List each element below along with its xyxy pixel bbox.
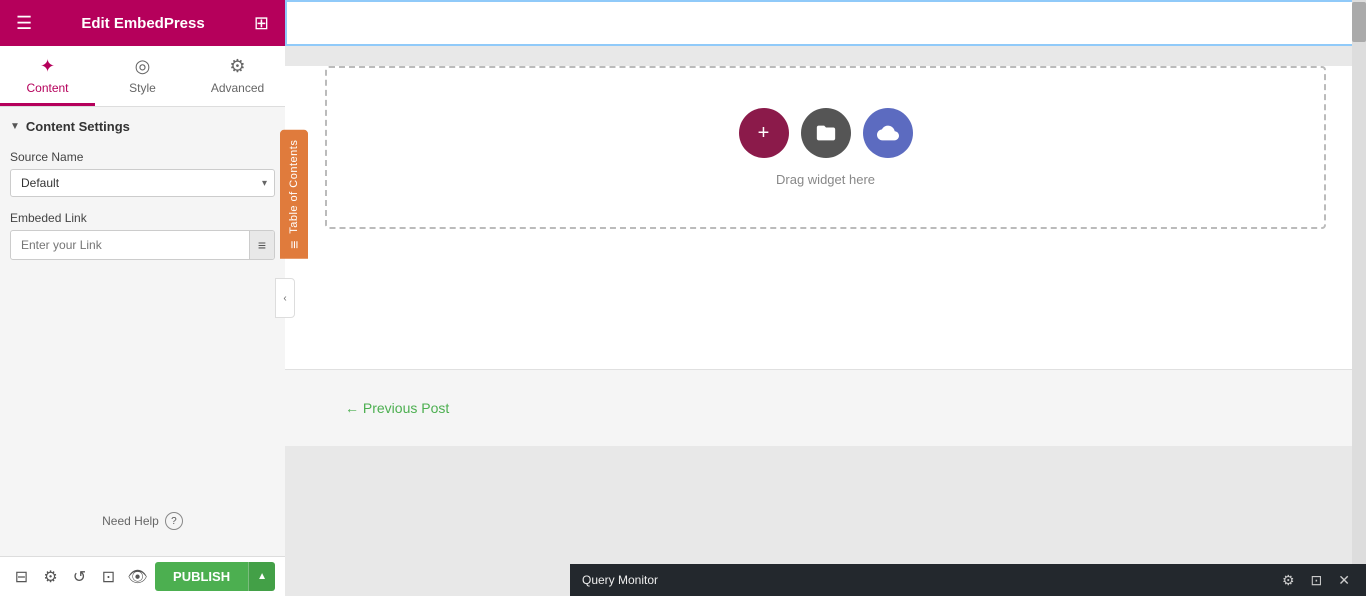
embed-link-label: Embeded Link <box>10 211 275 225</box>
canvas-area: + Drag widget here <box>285 0 1366 596</box>
sidebar-header: ☰ Edit EmbedPress ⊞ <box>0 0 285 46</box>
bottom-bar: ⊟ ⚙ ↺ ⊡ 👁 PUBLISH ▲ <box>0 556 285 596</box>
need-help[interactable]: Need Help ? <box>0 496 285 546</box>
collapse-icon: ‹ <box>283 293 286 304</box>
add-widget-button[interactable]: + <box>739 108 789 158</box>
toc-label: Table of Contents <box>288 140 300 234</box>
advanced-tab-label: Advanced <box>211 81 264 95</box>
previous-post-label: Previous Post <box>363 400 449 416</box>
layers-icon[interactable]: ⊟ <box>10 562 33 592</box>
publish-button[interactable]: PUBLISH <box>155 562 248 591</box>
hamburger-icon[interactable]: ☰ <box>16 13 32 34</box>
style-tab-icon: ◎ <box>135 56 151 77</box>
canvas-top-bar <box>285 0 1366 46</box>
undo-icon[interactable]: ↺ <box>68 562 91 592</box>
prev-arrow-icon: ← <box>345 400 359 416</box>
content-tab-label: Content <box>26 81 68 95</box>
content-tab-icon: ✦ <box>40 56 55 77</box>
sidebar-tabs: ✦ Content ◎ Style ⚙ Advanced <box>0 46 285 107</box>
sidebar-title: Edit EmbedPress <box>81 15 204 32</box>
widget-drop-zone: + Drag widget here <box>325 66 1326 229</box>
query-monitor-text: Query Monitor <box>582 573 658 587</box>
toc-tab[interactable]: ≡ Table of Contents <box>280 130 308 259</box>
qm-settings-icon[interactable]: ⚙ <box>1278 570 1299 591</box>
style-tab-label: Style <box>129 81 156 95</box>
preview-icon[interactable]: 👁 <box>126 562 149 592</box>
tab-advanced[interactable]: ⚙ Advanced <box>190 46 285 106</box>
embed-link-row: Embeded Link ≡ <box>10 211 275 260</box>
canvas-bottom-space <box>285 446 1366 526</box>
section-arrow: ▼ <box>10 121 20 132</box>
source-name-row: Source Name Default ▾ <box>10 150 275 197</box>
scrollbar[interactable] <box>1352 0 1366 564</box>
prev-post-area: ← Previous Post <box>285 369 1366 446</box>
tab-content[interactable]: ✦ Content <box>0 46 95 106</box>
publish-wrapper: PUBLISH ▲ <box>155 562 275 591</box>
scrollbar-thumb[interactable] <box>1352 2 1366 42</box>
sidebar-content: ▼ Content Settings Source Name Default ▾… <box>0 107 285 496</box>
canvas-empty-space <box>305 249 1346 349</box>
query-monitor-bar: Query Monitor ⚙ ⊡ ✕ <box>570 564 1366 596</box>
cloud-widget-button[interactable] <box>863 108 913 158</box>
embed-link-icon[interactable]: ≡ <box>249 231 274 259</box>
main-content: + Drag widget here <box>285 0 1366 596</box>
source-name-label: Source Name <box>10 150 275 164</box>
drag-widget-text: Drag widget here <box>776 172 875 187</box>
folder-widget-button[interactable] <box>801 108 851 158</box>
grid-icon[interactable]: ⊞ <box>254 13 269 34</box>
collapse-button[interactable]: ‹ <box>275 278 295 318</box>
toc-icon: ≡ <box>286 240 302 249</box>
responsive-icon[interactable]: ⊡ <box>97 562 120 592</box>
qm-responsive-icon[interactable]: ⊡ <box>1307 570 1327 591</box>
embed-link-input-wrapper: ≡ <box>10 230 275 260</box>
embed-link-input[interactable] <box>11 232 249 258</box>
source-name-select-wrapper: Default ▾ <box>10 169 275 197</box>
tab-style[interactable]: ◎ Style <box>95 46 190 106</box>
sidebar: ☰ Edit EmbedPress ⊞ ✦ Content ◎ Style ⚙ … <box>0 0 285 596</box>
need-help-label: Need Help <box>102 514 159 528</box>
query-monitor-icons: ⚙ ⊡ ✕ <box>1278 570 1354 591</box>
help-icon: ? <box>165 512 183 530</box>
content-settings-header[interactable]: ▼ Content Settings <box>10 119 275 134</box>
previous-post-link[interactable]: ← Previous Post <box>345 400 449 416</box>
publish-arrow-button[interactable]: ▲ <box>248 562 275 591</box>
qm-close-icon[interactable]: ✕ <box>1334 570 1354 591</box>
settings-icon[interactable]: ⚙ <box>39 562 62 592</box>
source-name-select[interactable]: Default <box>10 169 275 197</box>
section-title: Content Settings <box>26 119 130 134</box>
widget-icon-group: + <box>739 108 913 158</box>
advanced-tab-icon: ⚙ <box>229 56 245 77</box>
